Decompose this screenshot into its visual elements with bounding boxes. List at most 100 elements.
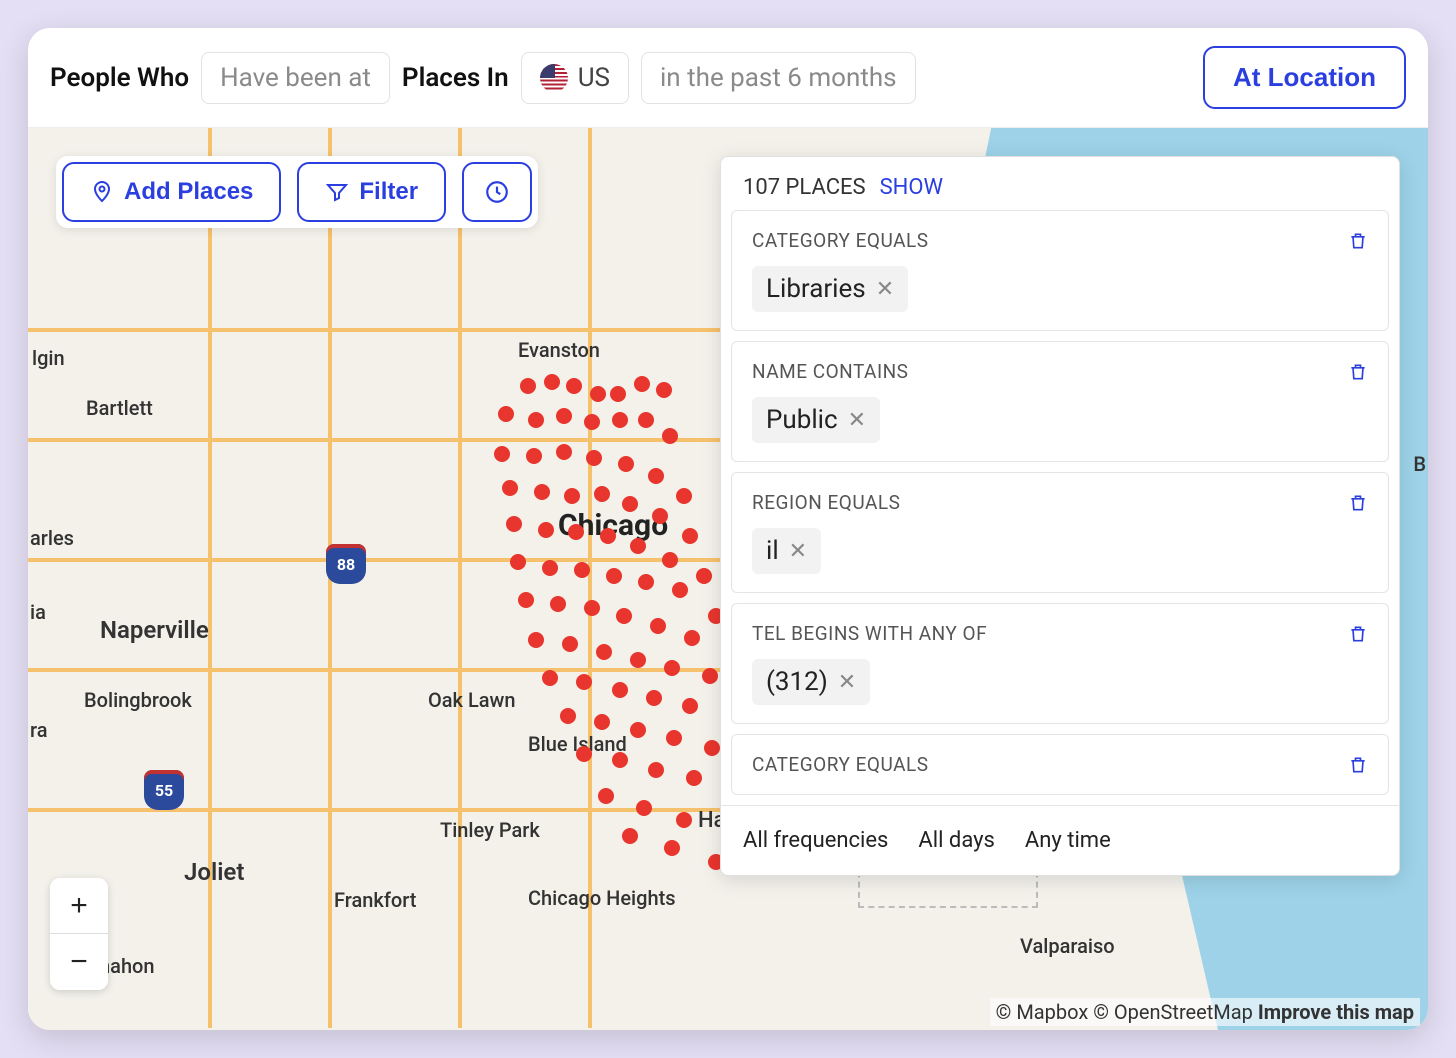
place-marker[interactable] (584, 600, 600, 616)
place-marker[interactable] (704, 740, 720, 756)
place-marker[interactable] (528, 632, 544, 648)
place-marker[interactable] (646, 690, 662, 706)
place-marker[interactable] (594, 714, 610, 730)
place-marker[interactable] (556, 444, 572, 460)
place-marker[interactable] (672, 582, 688, 598)
zoom-in-button[interactable]: + (50, 878, 108, 934)
zoom-out-button[interactable]: − (50, 934, 108, 990)
filter-chip[interactable]: (312) ✕ (752, 659, 870, 705)
place-marker[interactable] (600, 528, 616, 544)
select-country[interactable]: US (521, 52, 629, 104)
map-canvas[interactable]: Evanston lgin Bartlett Chicago arles ia … (28, 128, 1428, 1030)
freq-all-days[interactable]: All days (918, 828, 994, 853)
place-marker[interactable] (528, 412, 544, 428)
place-marker[interactable] (518, 592, 534, 608)
freq-any-time[interactable]: Any time (1025, 828, 1111, 853)
place-marker[interactable] (656, 382, 672, 398)
filter-button[interactable]: Filter (297, 162, 446, 222)
place-marker[interactable] (538, 522, 554, 538)
place-marker[interactable] (634, 376, 650, 392)
place-marker[interactable] (576, 746, 592, 762)
place-marker[interactable] (684, 630, 700, 646)
place-marker[interactable] (586, 450, 602, 466)
place-marker[interactable] (636, 800, 652, 816)
place-marker[interactable] (612, 752, 628, 768)
select-timerange[interactable]: in the past 6 months (641, 52, 916, 104)
show-link[interactable]: SHOW (880, 175, 943, 200)
improve-map-link[interactable]: Improve this map (1258, 1000, 1414, 1024)
place-marker[interactable] (520, 378, 536, 394)
place-marker[interactable] (664, 840, 680, 856)
place-marker[interactable] (564, 488, 580, 504)
select-action[interactable]: Have been at (201, 52, 390, 104)
trash-icon[interactable] (1348, 492, 1368, 514)
filter-chip[interactable]: il ✕ (752, 528, 821, 574)
place-marker[interactable] (550, 596, 566, 612)
place-marker[interactable] (502, 480, 518, 496)
place-marker[interactable] (650, 618, 666, 634)
place-marker[interactable] (676, 488, 692, 504)
trash-icon[interactable] (1348, 754, 1368, 776)
place-marker[interactable] (630, 722, 646, 738)
place-marker[interactable] (696, 568, 712, 584)
place-marker[interactable] (648, 762, 664, 778)
history-button[interactable] (462, 162, 532, 222)
place-marker[interactable] (556, 408, 572, 424)
place-marker[interactable] (498, 406, 514, 422)
place-marker[interactable] (630, 652, 646, 668)
place-marker[interactable] (566, 378, 582, 394)
place-marker[interactable] (676, 812, 692, 828)
place-marker[interactable] (584, 414, 600, 430)
place-marker[interactable] (612, 412, 628, 428)
place-marker[interactable] (594, 486, 610, 502)
place-marker[interactable] (652, 508, 668, 524)
place-marker[interactable] (610, 386, 626, 402)
place-marker[interactable] (574, 562, 590, 578)
place-marker[interactable] (494, 446, 510, 462)
place-marker[interactable] (526, 448, 542, 464)
add-places-button[interactable]: Add Places (62, 162, 281, 222)
place-marker[interactable] (596, 644, 612, 660)
freq-all-frequencies[interactable]: All frequencies (743, 828, 888, 853)
close-icon[interactable]: ✕ (848, 408, 866, 433)
filter-chip[interactable]: Libraries ✕ (752, 266, 908, 312)
close-icon[interactable]: ✕ (876, 277, 894, 302)
place-marker[interactable] (618, 456, 634, 472)
place-marker[interactable] (598, 788, 614, 804)
place-marker[interactable] (562, 636, 578, 652)
place-marker[interactable] (510, 554, 526, 570)
place-marker[interactable] (606, 568, 622, 584)
place-marker[interactable] (662, 552, 678, 568)
filter-chip[interactable]: Public ✕ (752, 397, 880, 443)
place-marker[interactable] (506, 516, 522, 532)
place-marker[interactable] (682, 698, 698, 714)
place-marker[interactable] (622, 496, 638, 512)
place-marker[interactable] (682, 528, 698, 544)
place-marker[interactable] (686, 770, 702, 786)
place-marker[interactable] (648, 468, 664, 484)
close-icon[interactable]: ✕ (789, 539, 807, 564)
close-icon[interactable]: ✕ (838, 670, 856, 695)
place-marker[interactable] (590, 386, 606, 402)
place-marker[interactable] (638, 574, 654, 590)
place-marker[interactable] (662, 428, 678, 444)
place-marker[interactable] (638, 412, 654, 428)
place-marker[interactable] (616, 608, 632, 624)
place-marker[interactable] (542, 560, 558, 576)
place-marker[interactable] (664, 660, 680, 676)
place-marker[interactable] (534, 484, 550, 500)
place-marker[interactable] (576, 674, 592, 690)
place-marker[interactable] (542, 670, 558, 686)
place-marker[interactable] (702, 668, 718, 684)
place-marker[interactable] (560, 708, 576, 724)
place-marker[interactable] (544, 374, 560, 390)
place-marker[interactable] (568, 524, 584, 540)
place-marker[interactable] (612, 682, 628, 698)
place-marker[interactable] (630, 538, 646, 554)
at-location-button[interactable]: At Location (1203, 46, 1406, 109)
trash-icon[interactable] (1348, 230, 1368, 252)
trash-icon[interactable] (1348, 623, 1368, 645)
place-marker[interactable] (622, 828, 638, 844)
place-marker[interactable] (666, 730, 682, 746)
trash-icon[interactable] (1348, 361, 1368, 383)
